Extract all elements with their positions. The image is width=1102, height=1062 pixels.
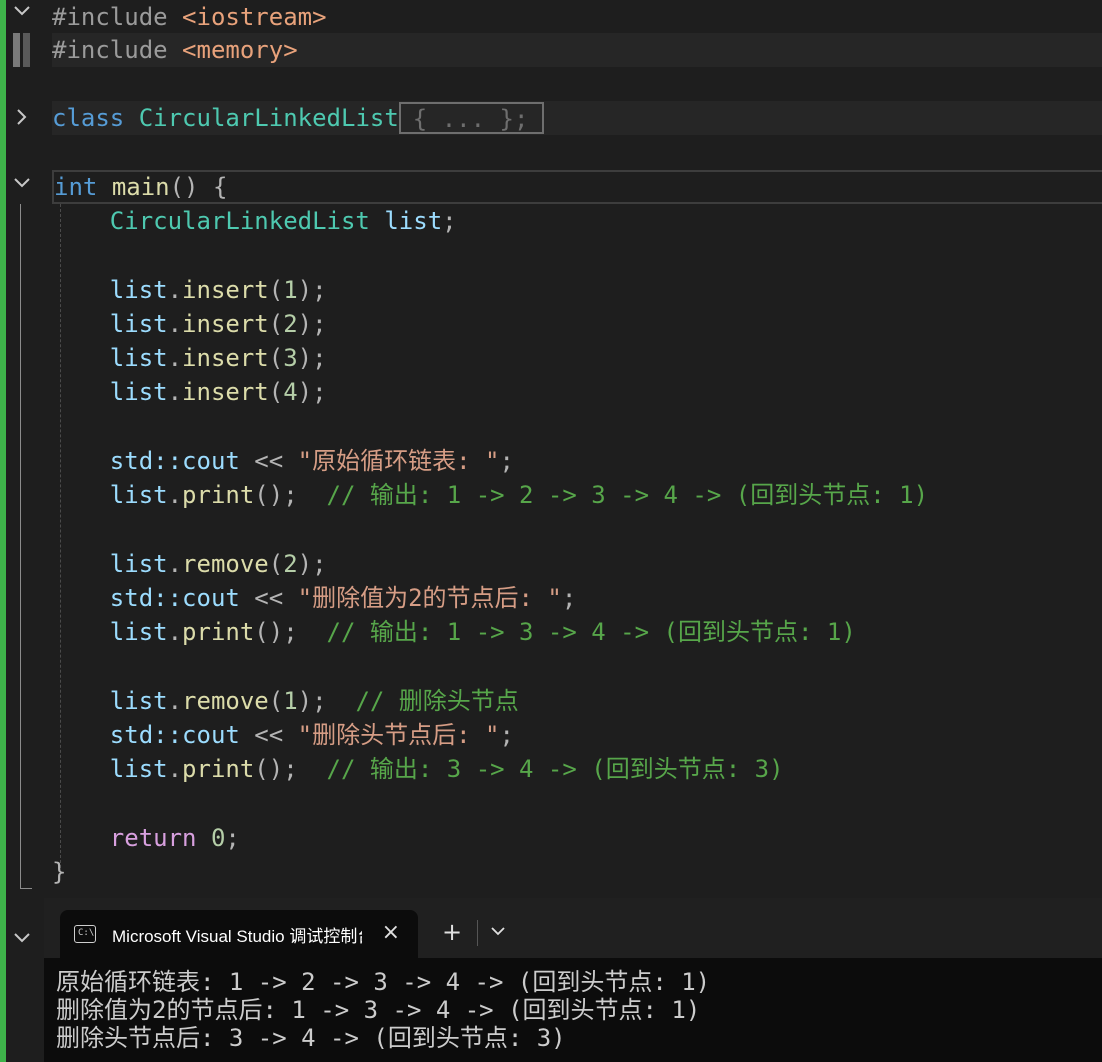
type-name: CircularLinkedList bbox=[109, 207, 370, 235]
code-line: #include <memory> bbox=[52, 33, 1102, 67]
variable: list bbox=[109, 276, 168, 304]
editor-gutter bbox=[6, 0, 44, 1062]
fold-range-end bbox=[20, 888, 32, 889]
class-name: CircularLinkedList bbox=[138, 104, 399, 132]
code-line: list.remove(1); // 删除头节点 bbox=[109, 687, 519, 715]
preprocessor-keyword: #include bbox=[52, 3, 168, 31]
code-line: list.remove(2); bbox=[109, 550, 327, 578]
number-literal: 0 bbox=[210, 824, 226, 852]
method-name: print bbox=[182, 618, 255, 646]
code-line: } bbox=[52, 855, 1102, 889]
operator: << bbox=[239, 584, 298, 612]
comment: // 删除头节点 bbox=[355, 687, 519, 715]
collapsed-region[interactable]: { ... }; bbox=[398, 102, 545, 134]
operator: << bbox=[239, 721, 298, 749]
method-name: print bbox=[182, 481, 255, 509]
operator: << bbox=[239, 447, 298, 475]
collapse-chevron-icon[interactable] bbox=[8, 928, 36, 956]
number-literal: 1 bbox=[283, 276, 298, 304]
code-line: list.print(); // 输出: 1 -> 3 -> 4 -> (回到头… bbox=[109, 618, 856, 646]
punctuation: () { bbox=[169, 173, 228, 201]
number-literal: 1 bbox=[283, 687, 298, 715]
expand-chevron-icon[interactable] bbox=[8, 104, 36, 132]
code-line: return 0; bbox=[109, 824, 240, 852]
number-literal: 3 bbox=[283, 344, 298, 372]
closing-brace: } bbox=[52, 858, 67, 886]
stream-object: std::cout bbox=[109, 447, 240, 475]
collapse-chevron-icon[interactable] bbox=[8, 173, 36, 201]
console-icon: C:\ bbox=[74, 925, 96, 943]
string-literal: "删除值为2的节点后: " bbox=[297, 584, 562, 612]
variable: list bbox=[109, 378, 168, 406]
number-literal: 4 bbox=[283, 378, 298, 406]
number-literal: 2 bbox=[283, 550, 298, 578]
fold-range-line bbox=[20, 204, 21, 888]
stream-object: std::cout bbox=[109, 584, 240, 612]
stream-object: std::cout bbox=[109, 721, 240, 749]
code-line: class CircularLinkedList{ ... }; bbox=[52, 101, 1102, 135]
terminal-tab[interactable]: C:\ Microsoft Visual Studio 调试控制台 × bbox=[60, 910, 418, 958]
string-literal: "原始循环链表: " bbox=[297, 447, 500, 475]
code-line: list.insert(2); bbox=[109, 310, 327, 338]
punctuation: ; bbox=[442, 207, 457, 235]
chevron-down-icon[interactable] bbox=[490, 922, 506, 941]
function-name: main bbox=[111, 173, 170, 201]
terminal-output: 原始循环链表: 1 -> 2 -> 3 -> 4 -> (回到头节点: 1) 删… bbox=[56, 968, 710, 1052]
preprocessor-keyword: #include bbox=[52, 36, 168, 64]
tab-separator bbox=[477, 920, 478, 946]
method-name: print bbox=[182, 755, 255, 783]
include-path: <iostream> bbox=[182, 3, 327, 31]
method-name: insert bbox=[182, 276, 269, 304]
variable: list bbox=[384, 207, 443, 235]
method-name: insert bbox=[182, 310, 269, 338]
variable: list bbox=[109, 550, 168, 578]
output-line: 删除头节点后: 3 -> 4 -> (回到头节点: 3) bbox=[56, 1024, 566, 1052]
variable: list bbox=[109, 755, 168, 783]
code-line: CircularLinkedList list; bbox=[52, 204, 1102, 238]
collapse-chevron-icon[interactable] bbox=[8, 1, 36, 29]
current-line: int main() { bbox=[52, 170, 1102, 204]
method-name: insert bbox=[182, 378, 269, 406]
variable: list bbox=[109, 687, 168, 715]
tab-title: Microsoft Visual Studio 调试控制台 bbox=[112, 926, 362, 946]
string-literal: "删除头节点后: " bbox=[297, 721, 500, 749]
code-line: list.insert(3); bbox=[109, 344, 327, 372]
method-name: remove bbox=[182, 550, 269, 578]
code-line: std::cout << "原始循环链表: "; bbox=[109, 447, 514, 475]
terminal-tab-bar: C:\ Microsoft Visual Studio 调试控制台 × + bbox=[44, 898, 1102, 958]
code-line: #include <iostream> bbox=[52, 0, 1102, 34]
number-literal: 2 bbox=[283, 310, 298, 338]
output-line: 原始循环链表: 1 -> 2 -> 3 -> 4 -> (回到头节点: 1) bbox=[56, 968, 711, 996]
code-line: list.insert(1); bbox=[109, 276, 327, 304]
comment: // 输出: 3 -> 4 -> (回到头节点: 3) bbox=[326, 755, 784, 783]
new-tab-button[interactable]: + bbox=[442, 920, 462, 944]
method-name: remove bbox=[182, 687, 269, 715]
variable: list bbox=[109, 344, 168, 372]
debug-console-window: C:\ Microsoft Visual Studio 调试控制台 × + 原始… bbox=[44, 898, 1102, 1062]
code-line: list.print(); // 输出: 3 -> 4 -> (回到头节点: 3… bbox=[109, 755, 784, 783]
include-path: <memory> bbox=[182, 36, 298, 64]
output-line: 删除值为2的节点后: 1 -> 3 -> 4 -> (回到头节点: 1) bbox=[56, 996, 701, 1024]
variable: list bbox=[109, 310, 168, 338]
comment: // 输出: 1 -> 3 -> 4 -> (回到头节点: 1) bbox=[326, 618, 856, 646]
comment: // 输出: 1 -> 2 -> 3 -> 4 -> (回到头节点: 1) bbox=[326, 481, 929, 509]
keyword: class bbox=[52, 104, 125, 132]
code-line: list.insert(4); bbox=[109, 378, 327, 406]
code-line: std::cout << "删除值为2的节点后: "; bbox=[109, 584, 577, 612]
modified-line-marker bbox=[13, 33, 31, 67]
code-line: std::cout << "删除头节点后: "; bbox=[109, 721, 514, 749]
method-name: insert bbox=[182, 344, 269, 372]
close-icon[interactable]: × bbox=[382, 922, 400, 944]
keyword: return bbox=[109, 824, 197, 852]
code-line: list.print(); // 输出: 1 -> 2 -> 3 -> 4 ->… bbox=[109, 481, 929, 509]
variable: list bbox=[109, 618, 168, 646]
keyword: int bbox=[54, 173, 98, 201]
variable: list bbox=[109, 481, 168, 509]
